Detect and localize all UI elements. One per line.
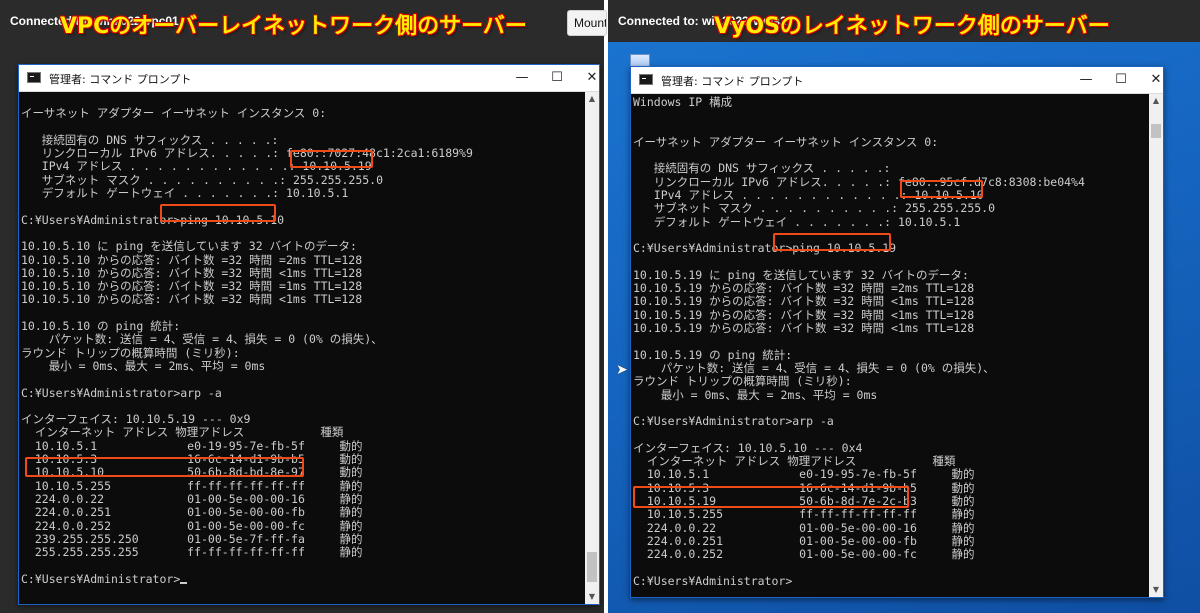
console-line: 224.0.0.251 01-00-5e-00-00-fb 静的 bbox=[633, 533, 975, 548]
console-line: イーサネット アダプター イーサネット インスタンス 0: bbox=[633, 134, 939, 149]
left-scroll-thumb[interactable] bbox=[587, 552, 597, 582]
console-line: C:¥Users¥Administrator>arp -a bbox=[633, 414, 834, 429]
right-scrollbar[interactable]: ▲ ▼ bbox=[1149, 94, 1163, 597]
console-line: 最小 = 0ms、最大 = 2ms、平均 = 0ms bbox=[633, 387, 878, 402]
left-console-output[interactable]: イーサネット アダプター イーサネット インスタンス 0: 接続固有の DNS … bbox=[19, 92, 585, 604]
console-line: 10.10.5.255 ff-ff-ff-ff-ff-ff 静的 bbox=[21, 478, 363, 493]
right-window-title: 管理者: コマンド プロンプト bbox=[661, 75, 804, 88]
console-line: 10.10.5.19 からの応答: バイト数 =32 時間 <1ms TTL=1… bbox=[633, 321, 975, 336]
right-scroll-thumb[interactable] bbox=[1151, 124, 1161, 138]
right-annotation-caption: VyOSのレイネットワーク側のサーバー bbox=[714, 14, 1110, 39]
console-line: 10.10.5.10 に ping を送信しています 32 バイトのデータ: bbox=[21, 239, 357, 254]
console-line: 224.0.0.22 01-00-5e-00-00-16 静的 bbox=[21, 491, 363, 506]
right-console-output[interactable]: Windows IP 構成 イーサネット アダプター イーサネット インスタンス… bbox=[631, 94, 1149, 597]
console-line: 10.10.5.19 からの応答: バイト数 =32 時間 <1ms TTL=1… bbox=[633, 307, 975, 322]
close-button[interactable]: ✕ bbox=[1139, 67, 1173, 93]
mouse-pointer-icon: ➤ bbox=[616, 362, 628, 378]
console-line: 239.255.255.250 01-00-5e-7f-ff-fa 静的 bbox=[21, 531, 363, 546]
left-remote-session: Connected to: win2022-vpc01 VPCのオーバーレイネッ… bbox=[0, 0, 604, 613]
right-console-lines: Windows IP 構成 イーサネット アダプター イーサネット インスタンス… bbox=[631, 94, 1149, 588]
console-line: 10.10.5.10 からの応答: バイト数 =32 時間 <1ms TTL=1… bbox=[21, 292, 363, 307]
console-line: ラウンド トリップの概算時間 (ミリ秒): bbox=[21, 345, 240, 360]
console-line: 10.10.5.10 からの応答: バイト数 =32 時間 =1ms TTL=1… bbox=[21, 279, 363, 294]
maximize-button[interactable]: ☐ bbox=[1104, 67, 1138, 93]
console-line: 10.10.5.1 e0-19-95-7e-fb-5f 動的 bbox=[633, 467, 975, 482]
console-line: インターフェイス: 10.10.5.10 --- 0x4 bbox=[633, 440, 863, 455]
console-line: 10.10.5.10 の ping 統計: bbox=[21, 319, 181, 334]
scroll-up-arrow-icon[interactable]: ▲ bbox=[585, 92, 599, 106]
close-button[interactable]: ✕ bbox=[575, 65, 604, 91]
console-line: パケット数: 送信 = 4、受信 = 4、損失 = 0 (0% の損失)、 bbox=[21, 332, 383, 347]
console-line: インターネット アドレス 物理アドレス 種類 bbox=[633, 454, 956, 469]
maximize-button[interactable]: ☐ bbox=[540, 65, 574, 91]
console-line: 10.10.5.19 の ping 統計: bbox=[633, 347, 793, 362]
console-line: 10.10.5.255 ff-ff-ff-ff-ff-ff 静的 bbox=[633, 507, 975, 522]
mount-button[interactable]: Mount bbox=[567, 10, 607, 36]
console-line: デフォルト ゲートウェイ . . . . . . .: 10.10.5.1 bbox=[633, 214, 961, 229]
console-line: 最小 = 0ms、最大 = 2ms、平均 = 0ms bbox=[21, 358, 266, 373]
left-window-title: 管理者: コマンド プロンプト bbox=[49, 73, 192, 86]
console-line: パケット数: 送信 = 4、受信 = 4、損失 = 0 (0% の損失)、 bbox=[633, 360, 995, 375]
console-line: 10.10.5.19 からの応答: バイト数 =32 時間 <1ms TTL=1… bbox=[633, 294, 975, 309]
console-line: リンクローカル IPv6 アドレス. . . . .: fe80::7027:4… bbox=[21, 146, 473, 161]
console-line: リンクローカル IPv6 アドレス. . . . .: fe80::95cf:d… bbox=[633, 174, 1085, 189]
console-line: 10.10.5.19 からの応答: バイト数 =32 時間 =2ms TTL=1… bbox=[633, 281, 975, 296]
highlight-ipv4-address bbox=[900, 180, 983, 198]
console-line: デフォルト ゲートウェイ . . . . . . .: 10.10.5.1 bbox=[21, 186, 349, 201]
highlight-ping-command bbox=[773, 233, 891, 251]
console-line: 10.10.5.10 からの応答: バイト数 =32 時間 <1ms TTL=1… bbox=[21, 265, 363, 280]
minimize-button[interactable]: — bbox=[505, 65, 539, 91]
console-line: 10.10.5.1 e0-19-95-7e-fb-5f 動的 bbox=[21, 438, 363, 453]
left-command-prompt-window[interactable]: 管理者: コマンド プロンプト — ☐ ✕ イーサネット アダプター イーサネッ… bbox=[18, 64, 600, 605]
highlight-ipv4-address bbox=[290, 150, 373, 168]
console-line: 255.255.255.255 ff-ff-ff-ff-ff-ff 静的 bbox=[21, 545, 363, 560]
console-line: サブネット マスク . . . . . . . . . .: 255.255.2… bbox=[633, 201, 996, 216]
console-line: 224.0.0.252 01-00-5e-00-00-fc 静的 bbox=[21, 518, 363, 533]
console-line: 10.10.5.10 からの応答: バイト数 =32 時間 =2ms TTL=1… bbox=[21, 252, 363, 267]
scroll-down-arrow-icon[interactable]: ▼ bbox=[1149, 583, 1163, 597]
console-line: 10.10.5.19 に ping を送信しています 32 バイトのデータ: bbox=[633, 267, 969, 282]
console-line: 接続固有の DNS サフィックス . . . . .: bbox=[633, 161, 891, 176]
console-line: サブネット マスク . . . . . . . . . .: 255.255.2… bbox=[21, 172, 384, 187]
highlight-arp-entry bbox=[25, 457, 304, 477]
console-line: C:¥Users¥Administrator>arp -a bbox=[21, 385, 222, 400]
console-line: 接続固有の DNS サフィックス . . . . .: bbox=[21, 132, 279, 147]
scroll-up-arrow-icon[interactable]: ▲ bbox=[1149, 94, 1163, 108]
left-annotation-caption: VPCのオーバーレイネットワーク側のサーバー bbox=[60, 14, 527, 39]
console-line: イーサネット アダプター イーサネット インスタンス 0: bbox=[21, 106, 327, 121]
highlight-ping-command bbox=[160, 204, 276, 222]
console-line: C:¥Users¥Administrator> bbox=[21, 571, 181, 586]
highlight-arp-entry bbox=[633, 486, 909, 508]
console-line: Windows IP 構成 bbox=[633, 95, 733, 109]
left-window-titlebar[interactable]: 管理者: コマンド プロンプト — ☐ ✕ bbox=[19, 65, 599, 92]
minimize-button[interactable]: — bbox=[1069, 67, 1103, 93]
scroll-down-arrow-icon[interactable]: ▼ bbox=[585, 590, 599, 604]
console-line: インターネット アドレス 物理アドレス 種類 bbox=[21, 425, 344, 440]
right-command-prompt-window[interactable]: 管理者: コマンド プロンプト — ☐ ✕ Windows IP 構成 イーサネ… bbox=[630, 66, 1164, 598]
console-line: 224.0.0.22 01-00-5e-00-00-16 静的 bbox=[633, 520, 975, 535]
console-icon bbox=[27, 72, 41, 83]
console-line: 224.0.0.252 01-00-5e-00-00-fc 静的 bbox=[633, 547, 975, 562]
console-line: 224.0.0.251 01-00-5e-00-00-fb 静的 bbox=[21, 505, 363, 520]
right-remote-session: Connected to: win2022-vyos2 VyOSのレイネットワー… bbox=[608, 0, 1200, 613]
text-cursor bbox=[180, 581, 188, 584]
left-scrollbar[interactable]: ▲ ▼ bbox=[585, 92, 599, 604]
console-line: ラウンド トリップの概算時間 (ミリ秒): bbox=[633, 374, 852, 389]
right-window-titlebar[interactable]: 管理者: コマンド プロンプト — ☐ ✕ bbox=[631, 67, 1163, 94]
console-line: C:¥Users¥Administrator> bbox=[633, 573, 793, 588]
console-line: インターフェイス: 10.10.5.19 --- 0x9 bbox=[21, 412, 251, 427]
console-icon bbox=[639, 74, 653, 85]
